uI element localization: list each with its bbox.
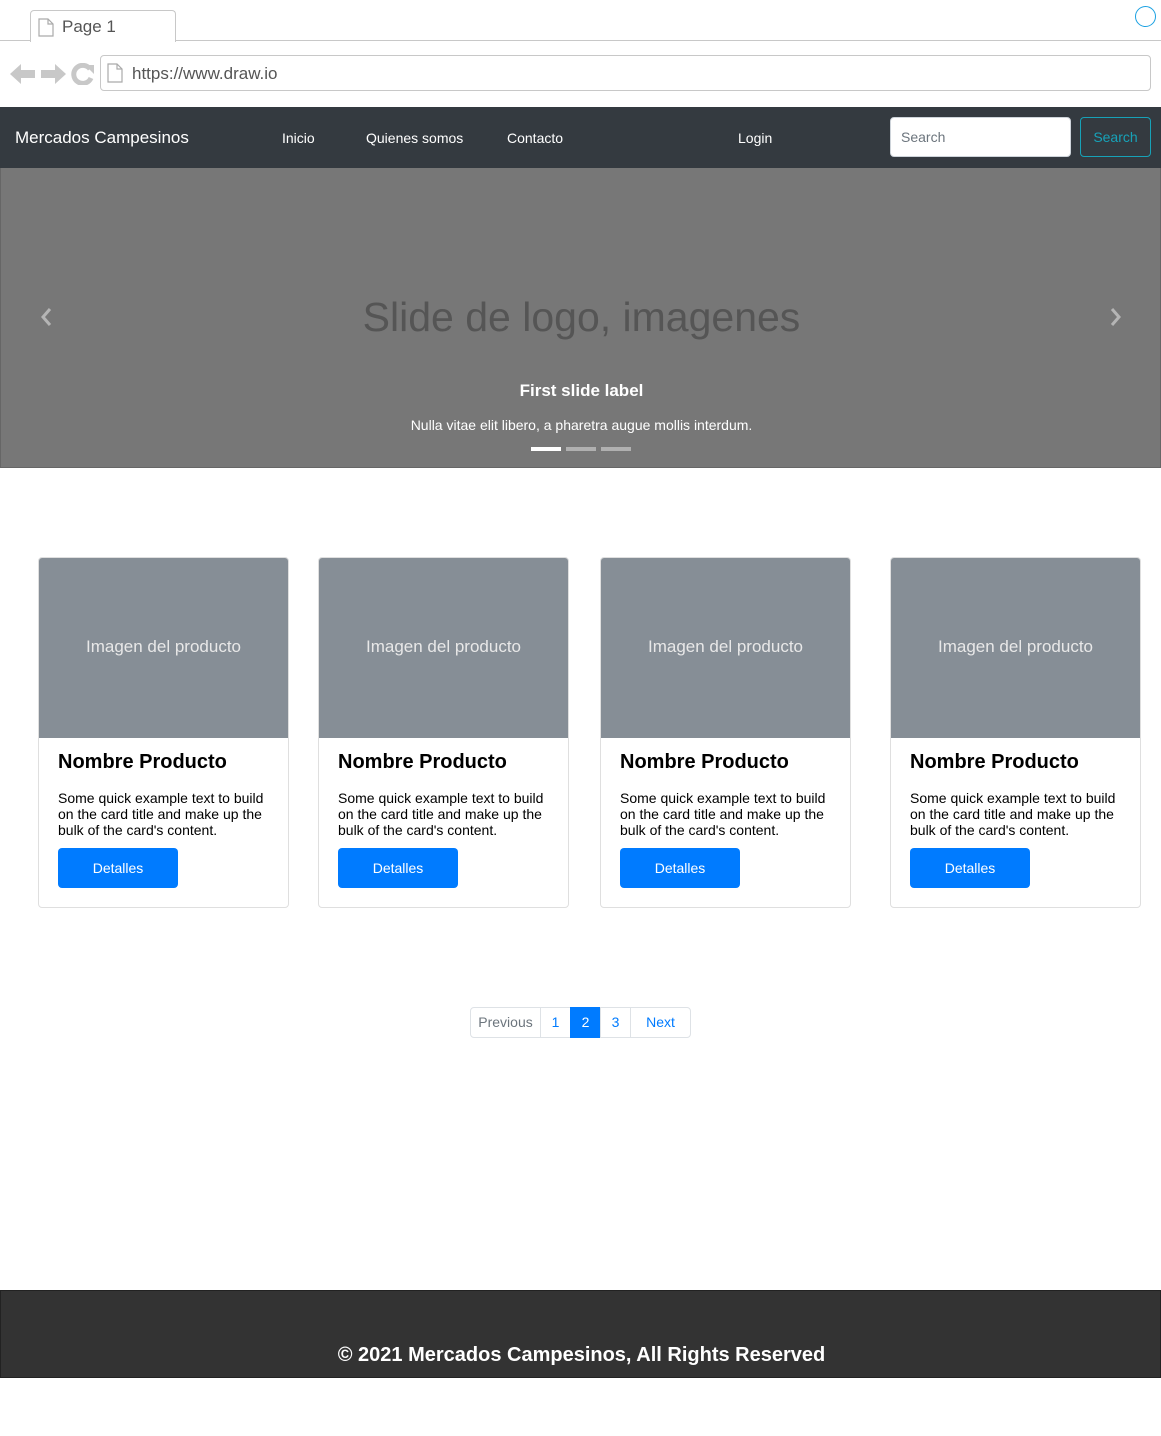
document-icon: [107, 63, 123, 88]
product-title: Nombre Producto: [910, 751, 1079, 773]
nav-link-quienes-somos[interactable]: Quienes somos: [366, 130, 463, 146]
product-card: Imagen del producto Nombre Producto Some…: [890, 557, 1141, 908]
address-bar[interactable]: https://www.draw.io: [100, 55, 1151, 91]
product-image-label: Imagen del producto: [86, 637, 241, 656]
product-description: Some quick example text to build on the …: [338, 790, 544, 838]
page-link-3[interactable]: 3: [600, 1007, 631, 1038]
forward-arrow-icon[interactable]: [40, 63, 66, 90]
browser-tab-bar: Page 1: [0, 0, 1161, 42]
carousel-next-icon[interactable]: [1109, 306, 1123, 333]
product-image: Imagen del producto: [319, 558, 568, 738]
browser-tab[interactable]: Page 1: [30, 10, 176, 42]
product-image: Imagen del producto: [891, 558, 1140, 738]
details-button[interactable]: Detalles: [620, 848, 740, 888]
details-button[interactable]: Detalles: [910, 848, 1030, 888]
page-link-1[interactable]: 1: [540, 1007, 571, 1038]
details-button[interactable]: Detalles: [58, 848, 178, 888]
product-image-label: Imagen del producto: [648, 637, 803, 656]
search-button[interactable]: Search: [1080, 117, 1151, 157]
page-link-2[interactable]: 2: [570, 1007, 601, 1038]
product-title: Nombre Producto: [620, 751, 789, 773]
tab-label: Page 1: [62, 17, 116, 36]
carousel-indicator[interactable]: [601, 447, 631, 451]
back-arrow-icon[interactable]: [10, 63, 36, 90]
footer: © 2021 Mercados Campesinos, All Rights R…: [0, 1290, 1161, 1378]
carousel: Slide de logo, imagenes First slide labe…: [0, 168, 1161, 468]
slide-placeholder-text: Slide de logo, imagenes: [362, 294, 801, 340]
carousel-indicator[interactable]: [531, 447, 561, 451]
brand-link[interactable]: Mercados Campesinos: [15, 128, 189, 148]
slide-caption-title: First slide label: [519, 381, 644, 400]
product-card: Imagen del producto Nombre Producto Some…: [38, 557, 289, 908]
nav-link-login[interactable]: Login: [738, 130, 772, 146]
product-title: Nombre Producto: [58, 751, 227, 773]
slide-caption-text: Nulla vitae elit libero, a pharetra augu…: [410, 417, 753, 433]
window-control-icon[interactable]: [1135, 6, 1156, 27]
product-image-label: Imagen del producto: [366, 637, 521, 656]
product-description: Some quick example text to build on the …: [910, 790, 1116, 838]
nav-link-inicio[interactable]: Inicio: [282, 130, 315, 146]
reload-icon[interactable]: [71, 62, 95, 90]
product-card: Imagen del producto Nombre Producto Some…: [318, 557, 569, 908]
footer-copyright: © 2021 Mercados Campesinos, All Rights R…: [337, 1344, 826, 1366]
product-card: Imagen del producto Nombre Producto Some…: [600, 557, 851, 908]
nav-link-contacto[interactable]: Contacto: [507, 130, 563, 146]
product-description: Some quick example text to build on the …: [620, 790, 826, 838]
browser-toolbar: https://www.draw.io: [0, 41, 1161, 107]
url-text: https://www.draw.io: [132, 64, 278, 83]
product-image: Imagen del producto: [39, 558, 288, 738]
product-image: Imagen del producto: [601, 558, 850, 738]
navbar: Mercados Campesinos Inicio Quienes somos…: [0, 107, 1161, 168]
search-input[interactable]: Search: [890, 117, 1071, 157]
product-title: Nombre Producto: [338, 751, 507, 773]
product-image-label: Imagen del producto: [938, 637, 1093, 656]
page-icon: [38, 18, 54, 42]
page-previous[interactable]: Previous: [470, 1007, 541, 1038]
carousel-indicator[interactable]: [566, 447, 596, 451]
product-description: Some quick example text to build on the …: [58, 790, 264, 838]
details-button[interactable]: Detalles: [338, 848, 458, 888]
page-next[interactable]: Next: [630, 1007, 691, 1038]
